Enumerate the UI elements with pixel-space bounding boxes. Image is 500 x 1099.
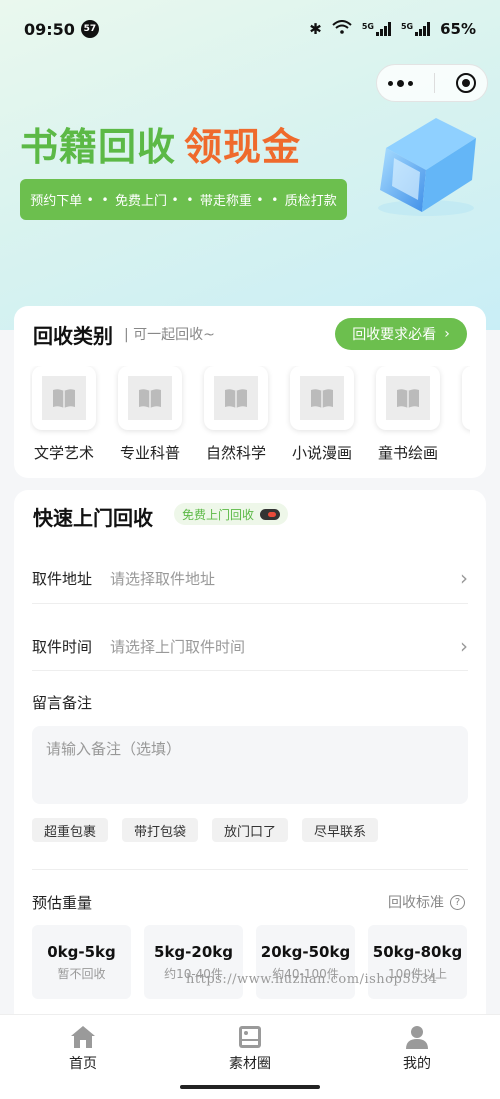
category-item[interactable]: 文学艺术 <box>30 366 98 466</box>
weight-option[interactable]: 0kg-5kg 暂不回收 <box>32 925 131 999</box>
recycle-requirements-button[interactable]: 回收要求必看 › <box>335 318 467 350</box>
wifi-icon <box>332 20 352 38</box>
tab-material[interactable]: 素材圈 <box>200 1025 300 1073</box>
time-placeholder: 请选择上门取件时间 <box>110 637 246 656</box>
hero-title: 书籍回收 领现金 <box>20 125 302 169</box>
category-item[interactable]: 自然科学 <box>202 366 270 466</box>
weight-options: 0kg-5kg 暂不回收 5kg-20kg 约10-40件 20kg-50kg … <box>32 925 467 999</box>
category-item[interactable]: 小说漫画 <box>288 366 356 466</box>
tab-home[interactable]: 首页 <box>33 1025 133 1073</box>
chevron-right-icon: › <box>460 566 468 590</box>
process-steps-banner: 预约下单 • • 免费上门 • • 带走称重 • • 质检打款 <box>20 179 347 220</box>
book-icon <box>42 376 86 420</box>
home-indicator <box>180 1085 320 1089</box>
material-icon <box>239 1026 261 1048</box>
weight-label: 预估重量 <box>32 894 93 912</box>
badge-icon <box>260 508 281 520</box>
step-2: 免费上门 <box>115 194 168 209</box>
divider <box>32 670 468 671</box>
book-icon <box>300 376 344 420</box>
category-item[interactable]: 专业科普 <box>116 366 184 466</box>
divider <box>32 869 468 870</box>
status-time: 09:50 <box>24 19 75 39</box>
categories-title: 回收类别 <box>33 324 113 348</box>
note-label: 留言备注 <box>32 694 93 712</box>
pickup-time-row[interactable]: 取件时间 请选择上门取件时间 › <box>32 626 468 666</box>
category-item[interactable]: 童书绘画 <box>374 366 442 466</box>
weight-option[interactable]: 20kg-50kg 约40-100件 <box>256 925 355 999</box>
categories-subtitle: | 可一起回收~ <box>124 327 215 343</box>
miniprogram-capsule <box>376 64 488 102</box>
question-icon: ? <box>450 894 465 910</box>
home-icon <box>71 1026 95 1048</box>
category-item[interactable]: 儿 <box>460 366 470 466</box>
step-4: 质检打款 <box>284 194 337 209</box>
divider <box>32 603 468 604</box>
chevron-right-icon: › <box>444 326 450 342</box>
chip-contact-asap[interactable]: 尽早联系 <box>302 818 379 842</box>
bluetooth-icon: ✱ <box>309 20 322 38</box>
watermark-text: https://www.huzhan.com/ishop5534 <box>186 972 438 987</box>
note-input[interactable] <box>32 726 468 804</box>
close-miniprogram-icon[interactable] <box>456 73 477 93</box>
time-label: 取件时间 <box>32 637 93 656</box>
more-icon[interactable] <box>387 79 413 87</box>
chip-bring-bag[interactable]: 带打包袋 <box>122 818 199 842</box>
weight-option[interactable]: 50kg-80kg 100件以上 <box>368 925 467 999</box>
user-icon <box>406 1026 428 1049</box>
notification-count-badge: 57 <box>80 20 99 38</box>
step-1: 预约下单 <box>30 194 83 209</box>
signal-5g-icon-2: 5G <box>401 22 431 36</box>
book-icon <box>128 376 172 420</box>
pickup-title: 快速上门回收 <box>33 506 153 530</box>
status-bar: 09:50 57 ✱ 5G 5G 65% <box>0 0 500 58</box>
chevron-right-icon: › <box>460 634 468 658</box>
weight-option[interactable]: 5kg-20kg 约10-40件 <box>144 925 243 999</box>
recycle-standard-link[interactable]: 回收标准 ? <box>388 892 465 912</box>
pickup-address-row[interactable]: 取件地址 请选择取件地址 › <box>32 558 468 598</box>
step-3: 带走称重 <box>199 194 252 209</box>
address-label: 取件地址 <box>32 569 93 588</box>
book-icon <box>386 376 430 420</box>
chip-overweight[interactable]: 超重包裹 <box>32 818 109 842</box>
category-list: 文学艺术 专业科普 自然科学 小说漫画 童书绘画 儿 <box>30 366 470 466</box>
book-illustration <box>378 118 476 216</box>
address-placeholder: 请选择取件地址 <box>110 569 216 588</box>
battery-level: 65% <box>440 20 476 38</box>
book-icon <box>214 376 258 420</box>
tab-mine[interactable]: 我的 <box>367 1025 467 1073</box>
quick-note-chips: 超重包裹 带打包袋 放门口了 尽早联系 <box>32 818 379 842</box>
free-pickup-tag: 免费上门回收 <box>174 503 289 525</box>
signal-5g-icon: 5G <box>362 22 391 36</box>
chip-at-door[interactable]: 放门口了 <box>212 818 289 842</box>
